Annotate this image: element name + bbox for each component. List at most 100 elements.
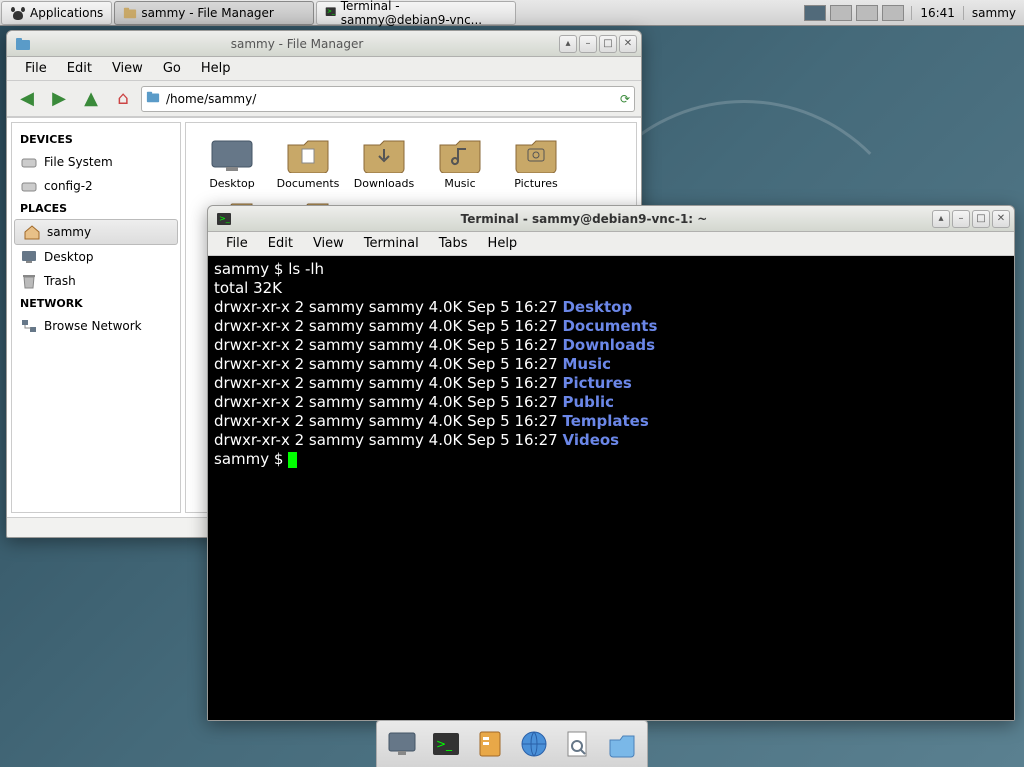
fm-menu-edit[interactable]: Edit bbox=[57, 59, 102, 78]
sidebar-item-desktop[interactable]: Desktop bbox=[12, 245, 180, 269]
disk-icon bbox=[20, 153, 38, 171]
taskbar-terminal[interactable]: >_ Terminal - sammy@debian9-vnc... bbox=[316, 1, 516, 25]
nav-home-button[interactable]: ⌂ bbox=[109, 85, 137, 113]
fm-menu-file[interactable]: File bbox=[15, 59, 57, 78]
term-close-button[interactable]: ✕ bbox=[992, 210, 1010, 228]
sidebar-devices-header: DEVICES bbox=[12, 129, 180, 150]
dock-show-desktop[interactable] bbox=[383, 725, 421, 763]
svg-text:>_: >_ bbox=[219, 214, 231, 223]
desktop-icon bbox=[386, 728, 418, 760]
nav-back-button[interactable]: ◀ bbox=[13, 85, 41, 113]
fm-title-icon bbox=[15, 36, 31, 52]
folder-icon bbox=[284, 135, 332, 173]
fm-maximize-button[interactable]: □ bbox=[599, 35, 617, 53]
bottom-dock: >_ bbox=[376, 720, 648, 767]
folder-pictures[interactable]: Pictures bbox=[502, 135, 570, 190]
applications-menu[interactable]: Applications bbox=[1, 1, 112, 25]
terminal-icon: >_ bbox=[325, 6, 336, 20]
dock-terminal[interactable]: >_ bbox=[427, 725, 465, 763]
workspace-switcher[interactable] bbox=[803, 5, 905, 21]
workspace-2[interactable] bbox=[830, 5, 852, 21]
term-titlebar[interactable]: >_ Terminal - sammy@debian9-vnc-1: ~ ▴ –… bbox=[208, 206, 1014, 232]
arrow-left-icon: ◀ bbox=[20, 88, 34, 109]
fm-titlebar[interactable]: sammy - File Manager ▴ – □ ✕ bbox=[7, 31, 641, 57]
dock-search[interactable] bbox=[559, 725, 597, 763]
nav-up-button[interactable]: ▲ bbox=[77, 85, 105, 113]
dock-browser[interactable] bbox=[515, 725, 553, 763]
term-menu-file[interactable]: File bbox=[216, 234, 258, 253]
folder-icon bbox=[512, 135, 560, 173]
term-maximize-button[interactable]: □ bbox=[972, 210, 990, 228]
term-minimize-button[interactable]: – bbox=[952, 210, 970, 228]
arrow-up-icon: ▲ bbox=[84, 88, 98, 109]
term-menu-tabs[interactable]: Tabs bbox=[429, 234, 478, 253]
disk-icon bbox=[20, 177, 38, 195]
fm-menu-go[interactable]: Go bbox=[153, 59, 191, 78]
filemanager-icon bbox=[474, 728, 506, 760]
nav-forward-button[interactable]: ▶ bbox=[45, 85, 73, 113]
arrow-right-icon: ▶ bbox=[52, 88, 66, 109]
clock[interactable]: 16:41 bbox=[911, 6, 963, 20]
sidebar-network-header: NETWORK bbox=[12, 293, 180, 314]
fm-menubar: File Edit View Go Help bbox=[7, 57, 641, 81]
sidebar-item-browsenetwork[interactable]: Browse Network bbox=[12, 314, 180, 338]
filemanager-icon bbox=[123, 6, 137, 20]
term-menu-edit[interactable]: Edit bbox=[258, 234, 303, 253]
folder-downloads[interactable]: Downloads bbox=[350, 135, 418, 190]
fm-shade-button[interactable]: ▴ bbox=[559, 35, 577, 53]
fm-title: sammy - File Manager bbox=[35, 37, 559, 51]
path-bar[interactable]: ⟳ bbox=[141, 86, 635, 112]
desktop-folder-icon bbox=[208, 135, 256, 173]
term-menu-help[interactable]: Help bbox=[478, 234, 528, 253]
folder-desktop[interactable]: Desktop bbox=[198, 135, 266, 190]
trash-icon bbox=[20, 272, 38, 290]
globe-icon bbox=[518, 728, 550, 760]
network-icon bbox=[20, 317, 38, 335]
sidebar-item-config2[interactable]: config-2 bbox=[12, 174, 180, 198]
folder-documents[interactable]: Documents bbox=[274, 135, 342, 190]
term-title-icon: >_ bbox=[216, 211, 232, 227]
folder-music[interactable]: Music bbox=[426, 135, 494, 190]
taskbar-fm-label: sammy - File Manager bbox=[141, 6, 274, 20]
folder-icon bbox=[360, 135, 408, 173]
term-content[interactable]: sammy $ ls -lhtotal 32Kdrwxr-xr-x 2 samm… bbox=[208, 256, 1014, 720]
workspace-3[interactable] bbox=[856, 5, 878, 21]
sidebar-item-trash[interactable]: Trash bbox=[12, 269, 180, 293]
folder-icon bbox=[146, 90, 160, 107]
path-input[interactable] bbox=[166, 92, 614, 106]
sidebar-item-filesystem[interactable]: File System bbox=[12, 150, 180, 174]
taskbar-filemanager[interactable]: sammy - File Manager bbox=[114, 1, 314, 25]
term-menu-terminal[interactable]: Terminal bbox=[354, 234, 429, 253]
term-menu-view[interactable]: View bbox=[303, 234, 354, 253]
fm-sidebar: DEVICES File System config-2 PLACES samm… bbox=[11, 122, 181, 513]
dock-home[interactable] bbox=[603, 725, 641, 763]
applications-label: Applications bbox=[30, 6, 103, 20]
fm-toolbar: ◀ ▶ ▲ ⌂ ⟳ bbox=[7, 81, 641, 117]
terminal-window: >_ Terminal - sammy@debian9-vnc-1: ~ ▴ –… bbox=[207, 205, 1015, 721]
fm-close-button[interactable]: ✕ bbox=[619, 35, 637, 53]
workspace-1[interactable] bbox=[804, 5, 826, 21]
terminal-icon: >_ bbox=[430, 728, 462, 760]
fm-menu-help[interactable]: Help bbox=[191, 59, 241, 78]
term-title: Terminal - sammy@debian9-vnc-1: ~ bbox=[236, 212, 932, 226]
dock-files[interactable] bbox=[471, 725, 509, 763]
home-icon: ⌂ bbox=[117, 88, 128, 109]
xfce-mouse-icon bbox=[10, 5, 26, 21]
workspace-4[interactable] bbox=[882, 5, 904, 21]
taskbar-term-label: Terminal - sammy@debian9-vnc... bbox=[341, 0, 508, 27]
fm-minimize-button[interactable]: – bbox=[579, 35, 597, 53]
fm-menu-view[interactable]: View bbox=[102, 59, 153, 78]
top-panel: Applications sammy - File Manager >_ Ter… bbox=[0, 0, 1024, 26]
term-shade-button[interactable]: ▴ bbox=[932, 210, 950, 228]
home-icon bbox=[23, 223, 41, 241]
term-menubar: File Edit View Terminal Tabs Help bbox=[208, 232, 1014, 256]
reload-icon[interactable]: ⟳ bbox=[620, 92, 630, 106]
svg-text:>_: >_ bbox=[327, 9, 335, 15]
svg-text:>_: >_ bbox=[436, 737, 453, 751]
folder-icon bbox=[436, 135, 484, 173]
sidebar-item-sammy[interactable]: sammy bbox=[14, 219, 178, 245]
sidebar-places-header: PLACES bbox=[12, 198, 180, 219]
user-button[interactable]: sammy bbox=[963, 6, 1024, 20]
desktop-icon bbox=[20, 248, 38, 266]
folder-icon bbox=[606, 728, 638, 760]
